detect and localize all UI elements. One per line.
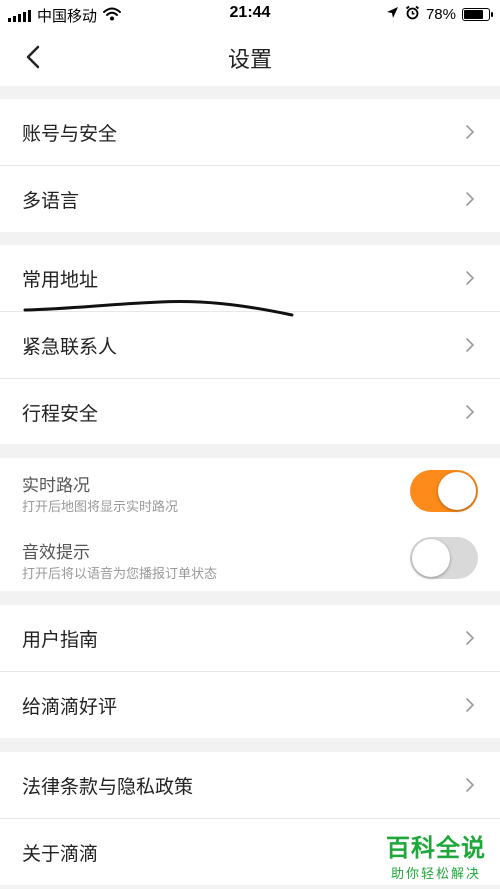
battery-icon (462, 8, 493, 21)
status-bar: 中国移动 21:44 78% (0, 0, 500, 28)
live-traffic-switch[interactable] (410, 470, 478, 512)
chevron-right-icon (466, 698, 475, 712)
watermark-main: 百科全说 (386, 834, 486, 862)
settings-group-guide: 用户指南 给滴滴好评 (0, 605, 500, 738)
settings-item-label: 紧急联系人 (22, 336, 118, 358)
alarm-icon (405, 5, 420, 24)
watermark: 百科全说 助你轻松解决 (386, 828, 486, 882)
settings-group-safety: 常用地址 紧急联系人 行程安全 (0, 245, 500, 444)
watermark-sub: 助你轻松解决 (390, 867, 481, 882)
settings-item-label: 用户指南 (22, 629, 99, 651)
settings-item-label: 多语言 (22, 190, 80, 212)
settings-item-legal-privacy[interactable]: 法律条款与隐私政策 (0, 752, 500, 818)
chevron-right-icon (466, 125, 475, 139)
location-arrow-icon (386, 6, 399, 23)
toggle-label: 音效提示 (22, 543, 90, 563)
settings-group-toggles: 实时路况 打开后地图将显示实时路况 音效提示 打开后将以语音为您播报订单状态 (0, 458, 500, 591)
toggle-label: 实时路况 (22, 476, 90, 496)
settings-item-account-security[interactable]: 账号与安全 (0, 99, 500, 165)
toggle-description: 打开后将以语音为您播报订单状态 (22, 567, 218, 582)
settings-item-label: 法律条款与隐私政策 (22, 776, 194, 798)
settings-item-label: 关于滴滴 (22, 843, 99, 865)
nav-bar: 设置 (0, 28, 500, 86)
settings-item-user-guide[interactable]: 用户指南 (0, 605, 500, 671)
toggle-row-live-traffic: 实时路况 打开后地图将显示实时路况 (0, 458, 500, 524)
handwritten-underline (23, 300, 294, 317)
settings-group-account: 账号与安全 多语言 (0, 99, 500, 232)
settings-item-trip-safety[interactable]: 行程安全 (0, 379, 500, 445)
chevron-right-icon (466, 271, 475, 285)
switch-knob (438, 472, 476, 510)
toggle-description: 打开后地图将显示实时路况 (22, 500, 179, 515)
chevron-right-icon (466, 405, 475, 419)
settings-item-label: 给滴滴好评 (22, 696, 118, 718)
sound-prompt-switch[interactable] (410, 537, 478, 579)
switch-knob (412, 539, 450, 577)
settings-item-language[interactable]: 多语言 (0, 166, 500, 232)
chevron-right-icon (466, 338, 475, 352)
settings-item-label: 账号与安全 (22, 123, 118, 145)
page-title: 设置 (227, 48, 272, 73)
chevron-right-icon (466, 192, 475, 206)
status-right: 78% (386, 5, 493, 24)
chevron-right-icon (466, 631, 475, 645)
chevron-left-icon (26, 45, 40, 69)
back-button[interactable] (18, 42, 48, 72)
chevron-right-icon (466, 778, 475, 792)
settings-item-rate-app[interactable]: 给滴滴好评 (0, 672, 500, 738)
battery-percent: 78% (425, 6, 456, 23)
settings-item-label: 行程安全 (22, 403, 99, 425)
settings-item-label: 常用地址 (22, 269, 99, 291)
toggle-row-sound-prompt: 音效提示 打开后将以语音为您播报订单状态 (0, 525, 500, 591)
